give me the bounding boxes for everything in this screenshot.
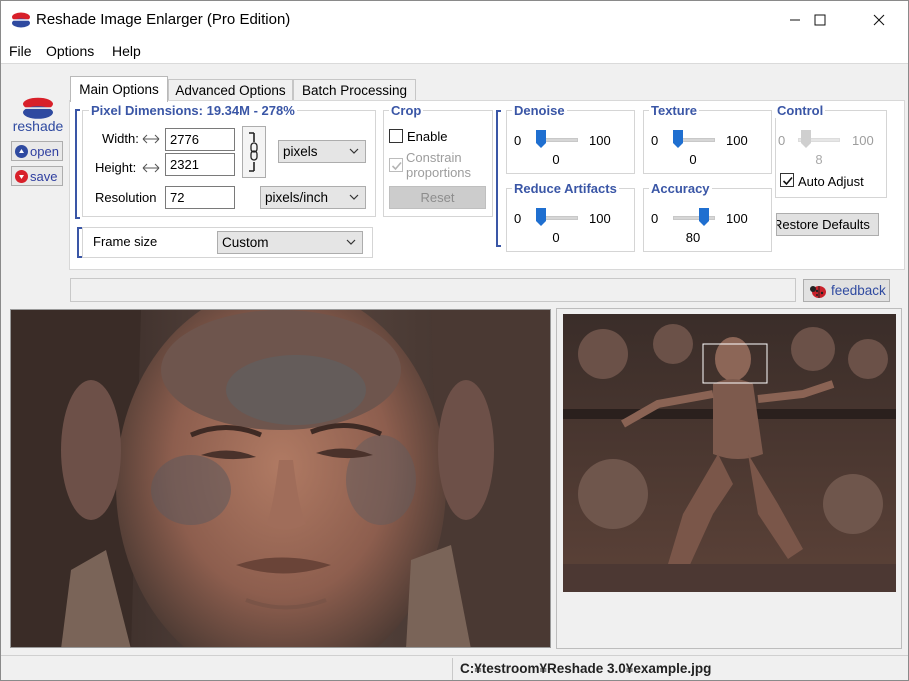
auto-adjust-label: Auto Adjust xyxy=(798,174,864,189)
maximize-icon xyxy=(814,14,826,26)
open-icon xyxy=(15,144,28,158)
chain-link-icon xyxy=(249,132,258,172)
open-button[interactable]: open xyxy=(11,141,63,161)
tab-batch-processing[interactable]: Batch Processing xyxy=(293,79,416,101)
texture-max: 100 xyxy=(726,133,748,148)
close-icon xyxy=(873,14,885,26)
control-slider-thumb[interactable] xyxy=(800,130,811,148)
accuracy-min: 0 xyxy=(651,211,659,226)
reduce-artifacts-max: 100 xyxy=(589,211,611,226)
tab-advanced-options[interactable]: Advanced Options xyxy=(168,79,293,101)
close-button[interactable] xyxy=(856,1,902,39)
app-window: Reshade Image Enlarger (Pro Edition) Fil… xyxy=(0,0,909,681)
menu-bar: File Options Help xyxy=(1,39,908,63)
overview-relief-image xyxy=(563,314,896,592)
resolution-unit-select[interactable]: pixels/inch xyxy=(260,186,366,209)
group-bracket xyxy=(75,109,80,219)
height-arrows-icon xyxy=(142,163,160,173)
reduce-artifacts-value: 0 xyxy=(552,230,560,245)
constrain-link-button[interactable] xyxy=(242,126,266,178)
control-min: 0 xyxy=(778,133,786,148)
constrain-label-line2: proportions xyxy=(406,165,472,180)
chevron-down-icon xyxy=(346,239,356,245)
control-max: 100 xyxy=(852,133,874,148)
chevron-down-icon xyxy=(349,148,359,154)
pixel-dimensions-title: Pixel Dimensions: 19.34M - 278% xyxy=(89,103,297,118)
denoise-min: 0 xyxy=(514,133,522,148)
texture-value: 0 xyxy=(689,152,697,167)
accuracy-slider-thumb[interactable] xyxy=(698,208,709,226)
app-logo-icon xyxy=(11,12,31,28)
frame-size-select[interactable]: Custom xyxy=(217,231,363,254)
window-title: Reshade Image Enlarger (Pro Edition) xyxy=(36,11,291,28)
progress-bar xyxy=(70,278,796,302)
resolution-input[interactable]: 72 xyxy=(165,186,235,209)
chevron-down-icon xyxy=(349,194,359,200)
height-label: Height: xyxy=(95,160,137,175)
height-input[interactable]: 2321 xyxy=(165,153,235,176)
crop-enable-checkbox[interactable] xyxy=(389,129,403,143)
overview-image[interactable] xyxy=(563,314,896,592)
frame-size-value: Custom xyxy=(222,235,269,250)
control-value: 8 xyxy=(815,152,823,167)
constrain-label-line1: Constrain xyxy=(406,150,462,165)
status-divider xyxy=(452,658,453,680)
crop-reset-button[interactable]: Reset xyxy=(389,186,486,209)
feedback-button[interactable]: feedback xyxy=(803,279,890,302)
menu-file[interactable]: File xyxy=(9,43,32,59)
width-arrows-icon xyxy=(142,134,160,144)
status-file-path: C:¥testroom¥Reshade 3.0¥example.jpg xyxy=(460,661,712,676)
resolution-label: Resolution xyxy=(95,190,157,205)
accuracy-title: Accuracy xyxy=(649,181,712,196)
texture-title: Texture xyxy=(649,103,699,118)
save-icon xyxy=(15,169,28,183)
denoise-value: 0 xyxy=(552,152,560,167)
accuracy-max: 100 xyxy=(726,211,748,226)
zoomed-face-image xyxy=(11,310,550,647)
restore-defaults-label: Restore Defaults xyxy=(776,217,870,232)
status-bar xyxy=(1,655,908,680)
ladybug-icon xyxy=(810,285,826,298)
group-bracket xyxy=(496,110,501,247)
save-button[interactable]: save xyxy=(11,166,63,186)
crop-title: Crop xyxy=(389,103,424,118)
constrain-proportions-checkbox[interactable] xyxy=(389,158,403,172)
feedback-label: feedback xyxy=(831,283,886,298)
reduce-artifacts-title: Reduce Artifacts xyxy=(512,181,619,196)
denoise-max: 100 xyxy=(589,133,611,148)
reshade-logo-icon xyxy=(21,97,55,119)
frame-size-label: Frame size xyxy=(93,234,158,249)
accuracy-value: 80 xyxy=(685,230,701,245)
denoise-title: Denoise xyxy=(512,103,567,118)
menu-separator xyxy=(1,63,908,64)
menu-options[interactable]: Options xyxy=(46,43,94,59)
group-bracket xyxy=(77,227,82,258)
reduce-artifacts-slider-thumb[interactable] xyxy=(536,208,546,226)
checkmark-icon xyxy=(391,161,402,171)
dimension-unit-select[interactable]: pixels xyxy=(278,140,366,163)
maximize-button[interactable] xyxy=(797,1,843,39)
dimension-unit-value: pixels xyxy=(283,144,318,159)
save-label: save xyxy=(30,168,58,184)
restore-defaults-button[interactable]: Restore Defaults xyxy=(776,213,879,236)
checkmark-icon xyxy=(782,176,793,186)
auto-adjust-checkbox[interactable] xyxy=(780,173,794,187)
open-label: open xyxy=(30,143,59,159)
denoise-slider-thumb[interactable] xyxy=(536,130,546,148)
zoomed-image-view[interactable] xyxy=(10,309,551,648)
tab-main-options[interactable]: Main Options xyxy=(70,76,168,102)
control-title: Control xyxy=(775,103,826,118)
texture-min: 0 xyxy=(651,133,659,148)
texture-slider-thumb[interactable] xyxy=(673,130,683,148)
brand-name: reshade xyxy=(12,118,64,134)
accuracy-slider-track[interactable] xyxy=(673,216,715,220)
width-input[interactable]: 2776 xyxy=(165,128,235,151)
width-label: Width: xyxy=(102,131,139,146)
crop-enable-label: Enable xyxy=(407,129,448,144)
title-bar[interactable]: Reshade Image Enlarger (Pro Edition) xyxy=(1,1,908,39)
reduce-artifacts-min: 0 xyxy=(514,211,522,226)
resolution-unit-value: pixels/inch xyxy=(265,190,329,205)
menu-help[interactable]: Help xyxy=(112,43,141,59)
